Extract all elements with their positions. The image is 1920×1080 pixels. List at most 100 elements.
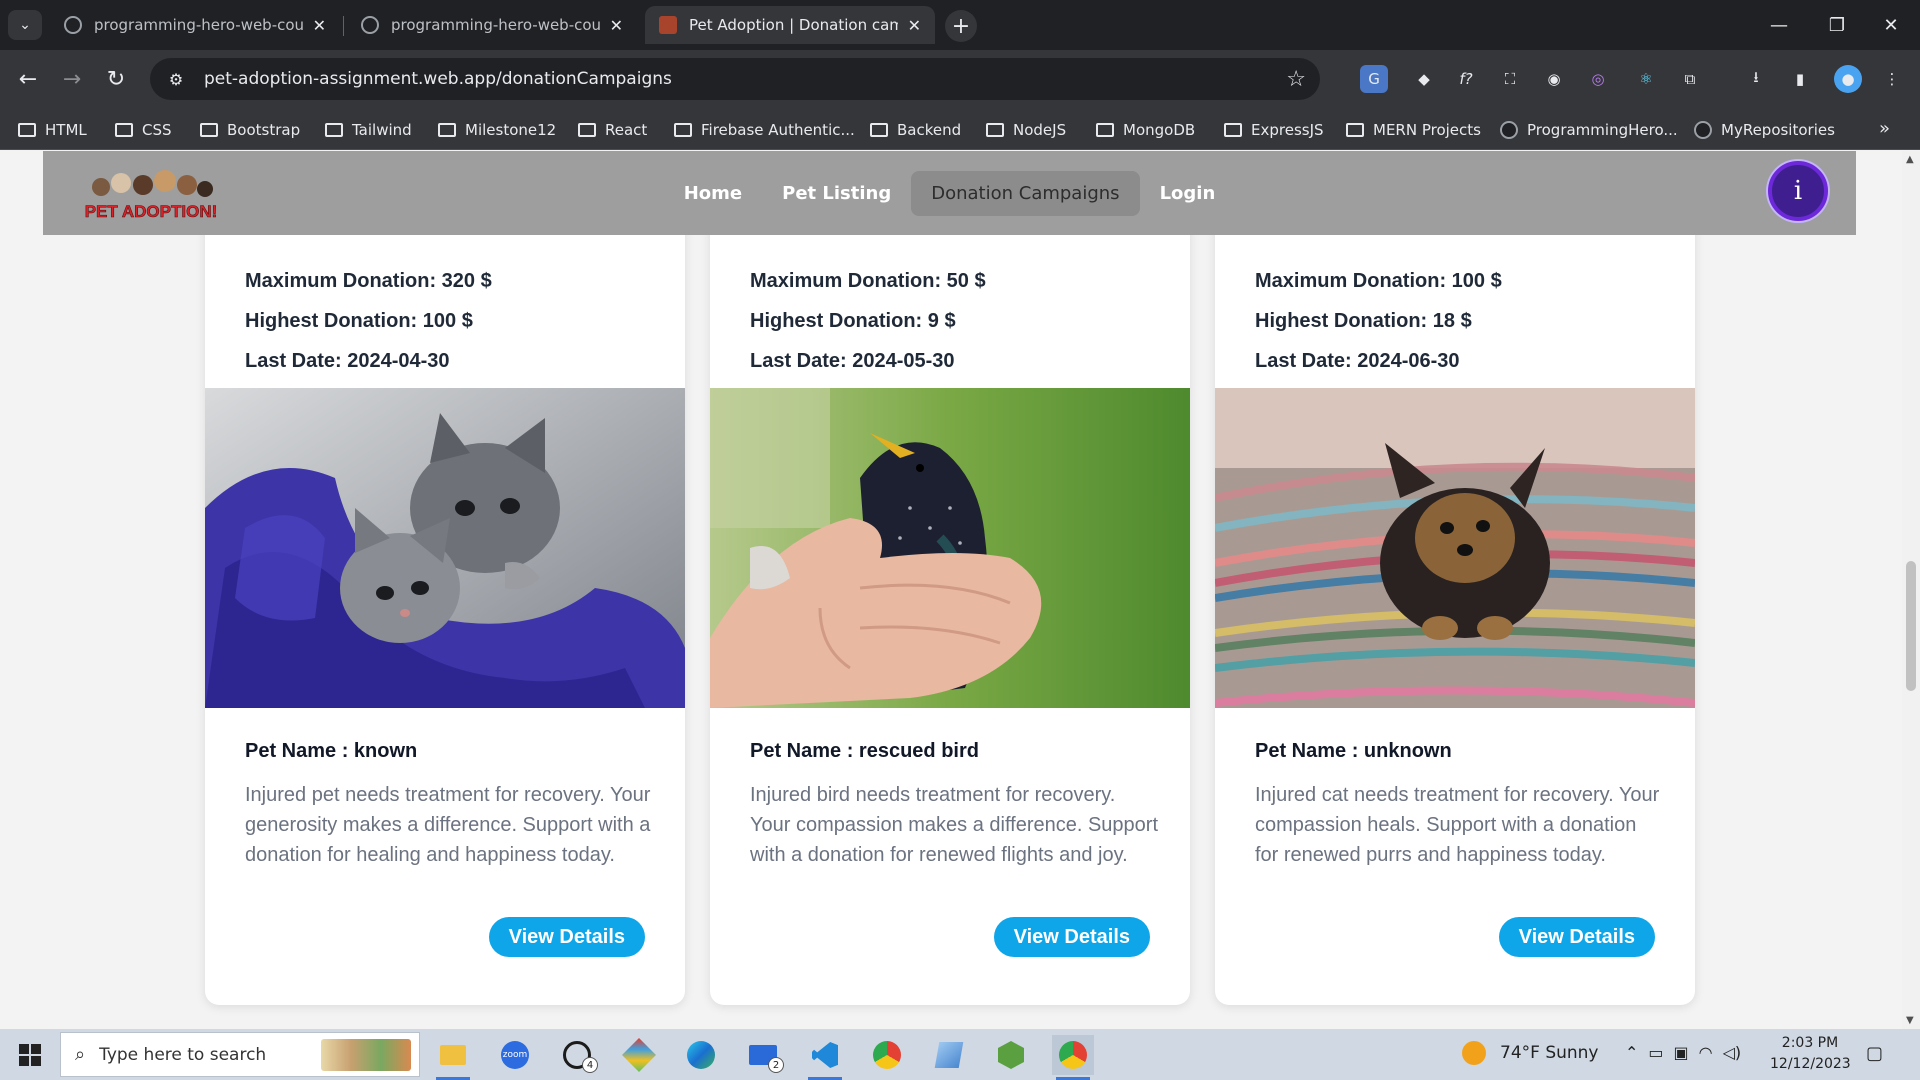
more-bookmarks-chevron-icon[interactable]: »	[1879, 118, 1890, 139]
minimize-button[interactable]: —	[1750, 0, 1808, 50]
bookmark-html[interactable]: HTML	[18, 117, 87, 143]
notepad-app-icon[interactable]	[928, 1035, 970, 1075]
bookmark-css[interactable]: CSS	[115, 117, 172, 143]
profile-avatar-icon[interactable]: ●	[1834, 65, 1862, 93]
bookmark-label: NodeJS	[1013, 121, 1067, 139]
node-app-icon[interactable]	[990, 1035, 1032, 1075]
pet-name: Pet Name : rescued bird	[750, 740, 979, 762]
view-details-button[interactable]: View Details	[1498, 917, 1655, 957]
bookmark-react[interactable]: React	[578, 117, 647, 143]
translate-extension-icon[interactable]: G	[1360, 65, 1388, 93]
menu-kebab-icon[interactable]: ⋮	[1878, 65, 1906, 93]
color-extension-icon[interactable]: ◎	[1584, 65, 1612, 93]
reload-button[interactable]: ↻	[100, 63, 132, 95]
side-panel-icon[interactable]: ▮	[1786, 65, 1814, 93]
wifi-icon[interactable]: ◠	[1699, 1043, 1713, 1062]
bookmark-bootstrap[interactable]: Bootstrap	[200, 117, 300, 143]
campaign-stats: Maximum Donation: 320 $ Highest Donation…	[245, 261, 492, 381]
view-details-button[interactable]: View Details	[993, 917, 1150, 957]
bookmark-label: ProgrammingHero...	[1527, 121, 1678, 139]
scroll-up-arrow-icon[interactable]: ▲	[1906, 154, 1914, 165]
bookmark-firebase[interactable]: Firebase Authentic...	[674, 117, 855, 143]
bookmark-milestone12[interactable]: Milestone12	[438, 117, 556, 143]
pet-name: Pet Name : unknown	[1255, 740, 1452, 762]
bookmark-mern-projects[interactable]: MERN Projects	[1346, 117, 1481, 143]
bookmark-tailwind[interactable]: Tailwind	[325, 117, 412, 143]
bookmark-mongodb[interactable]: MongoDB	[1096, 117, 1195, 143]
camera-extension-icon[interactable]: ◉	[1540, 65, 1568, 93]
close-icon[interactable]: ✕	[610, 16, 623, 35]
edge-browser-icon[interactable]	[680, 1035, 722, 1075]
bookmark-backend[interactable]: Backend	[870, 117, 961, 143]
volume-icon[interactable]: ◁)	[1723, 1043, 1742, 1062]
browser-toolbar: ← → ↻ ⚙ pet-adoption-assignment.web.app/…	[0, 50, 1920, 108]
max-donation: Maximum Donation: 320 $	[245, 270, 492, 292]
scroll-thumb[interactable]	[1906, 561, 1916, 691]
git-app-icon[interactable]	[618, 1035, 660, 1075]
bookmark-nodejs[interactable]: NodeJS	[986, 117, 1066, 143]
bookmark-myrepositories[interactable]: MyRepositories	[1694, 117, 1835, 143]
chevron-up-icon[interactable]: ⌃	[1625, 1043, 1638, 1062]
battery-icon[interactable]: ▭	[1648, 1043, 1663, 1062]
close-window-button[interactable]: ✕	[1862, 0, 1920, 50]
mail-badge: 2	[768, 1057, 784, 1073]
nav-pet-listing[interactable]: Pet Listing	[762, 171, 911, 216]
weather-widget[interactable]: 74°F Sunny	[1462, 1041, 1599, 1065]
bookmark-label: HTML	[45, 121, 87, 139]
download-icon[interactable]: ⭳	[1742, 65, 1770, 93]
address-bar[interactable]: ⚙ pet-adoption-assignment.web.app/donati…	[150, 58, 1320, 100]
restore-button[interactable]: ❐	[1808, 0, 1866, 50]
search-highlight-illustration-icon	[321, 1039, 411, 1071]
mail-app-icon[interactable]: 2	[742, 1035, 784, 1075]
zoom-app-icon[interactable]: zoom	[494, 1035, 536, 1075]
user-avatar[interactable]: i	[1768, 161, 1828, 221]
last-date: Last Date: 2024-04-30	[245, 350, 450, 372]
tab-2[interactable]: programming-hero-web-course ✕	[347, 6, 637, 44]
taskbar-clock[interactable]: 2:03 PM 12/12/2023	[1770, 1033, 1851, 1075]
windows-start-icon[interactable]	[10, 1037, 50, 1073]
close-icon[interactable]: ✕	[908, 16, 921, 35]
device-icon[interactable]: ▣	[1674, 1043, 1689, 1062]
bookmark-expressjs[interactable]: ExpressJS	[1224, 117, 1324, 143]
extensions-puzzle-icon[interactable]: ⧉	[1676, 65, 1704, 93]
tab-search-button[interactable]: ⌄	[8, 10, 42, 40]
screenshot-extension-icon[interactable]: ⛶	[1496, 65, 1524, 93]
scroll-down-arrow-icon[interactable]: ▼	[1906, 1015, 1914, 1026]
folder-icon	[578, 123, 596, 137]
notification-center-icon[interactable]: ▢	[1866, 1043, 1883, 1064]
nav-donation-campaigns[interactable]: Donation Campaigns	[911, 171, 1140, 216]
forward-button[interactable]: →	[56, 63, 88, 95]
site-info-icon[interactable]: ⚙	[164, 70, 188, 89]
pet-logo-icon	[659, 16, 677, 34]
nav-login[interactable]: Login	[1140, 171, 1236, 216]
extension-icon[interactable]: ◆	[1410, 65, 1438, 93]
page-scrollbar[interactable]: ▲ ▼	[1902, 151, 1920, 1029]
nav-home[interactable]: Home	[664, 171, 762, 216]
react-devtools-icon[interactable]: ⚛	[1632, 65, 1660, 93]
bookmark-label: MyRepositories	[1721, 121, 1835, 139]
chrome-browser-icon[interactable]	[866, 1035, 908, 1075]
clock-time: 2:03 PM	[1781, 1035, 1839, 1051]
bookmark-label: React	[605, 121, 648, 139]
chrome-profile-icon[interactable]	[1052, 1035, 1094, 1080]
pet-name: Pet Name : known	[245, 740, 418, 762]
view-details-button[interactable]: View Details	[488, 917, 645, 957]
pet-description: Injured pet needs treatment for recovery…	[245, 784, 651, 866]
close-icon[interactable]: ✕	[313, 16, 326, 35]
back-button[interactable]: ←	[12, 63, 44, 95]
bookmark-star-icon[interactable]: ☆	[1286, 67, 1306, 92]
new-tab-button[interactable]: +	[945, 10, 977, 42]
tab-1[interactable]: programming-hero-web-course ✕	[50, 6, 340, 44]
file-explorer-icon[interactable]	[432, 1035, 474, 1080]
campaign-stats: Maximum Donation: 50 $ Highest Donation:…	[750, 261, 986, 381]
folder-icon	[1224, 123, 1242, 137]
taskbar-search-box[interactable]: ⌕ Type here to search	[60, 1032, 420, 1077]
whatsapp-icon[interactable]: 4	[556, 1035, 598, 1075]
vscode-icon[interactable]	[804, 1035, 846, 1080]
tab-3-active[interactable]: Pet Adoption | Donation campaigns ✕	[645, 6, 935, 44]
bookmark-programminghero[interactable]: ProgrammingHero...	[1500, 117, 1678, 143]
bookmark-label: Firebase Authentic...	[701, 121, 855, 139]
folder-icon	[986, 123, 1004, 137]
font-extension-icon[interactable]: f?	[1452, 65, 1480, 93]
highest-donation: Highest Donation: 18 $	[1255, 310, 1472, 332]
